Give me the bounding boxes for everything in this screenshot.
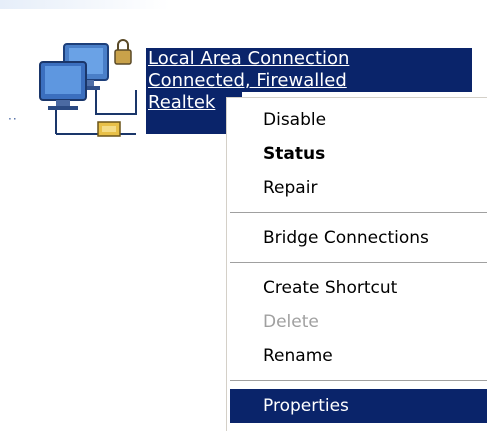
context-menu: Disable Status Repair Bridge Connections… — [226, 97, 487, 431]
connection-status[interactable]: Connected, Firewalled — [146, 70, 472, 92]
connection-name[interactable]: Local Area Connection — [146, 48, 472, 70]
menu-separator — [227, 373, 487, 389]
menu-item-status[interactable]: Status — [227, 137, 487, 171]
menu-item-create-shortcut[interactable]: Create Shortcut — [227, 271, 487, 305]
truncated-text: ⋅⋅ — [8, 112, 18, 126]
menu-item-repair[interactable]: Repair — [227, 171, 487, 205]
menu-item-disable[interactable]: Disable — [227, 103, 487, 137]
menu-item-delete: Delete — [263, 312, 319, 332]
menu-item-rename[interactable]: Rename — [227, 339, 487, 373]
menu-separator — [227, 255, 487, 271]
folder-header-strip — [0, 0, 170, 9]
menu-item-bridge-connections[interactable]: Bridge Connections — [227, 221, 487, 255]
firewall-lock-icon — [114, 39, 132, 65]
menu-separator — [227, 205, 487, 221]
front-monitor — [39, 61, 87, 110]
network-computers-icon[interactable] — [36, 38, 142, 140]
menu-item-properties[interactable]: Properties — [230, 389, 487, 423]
